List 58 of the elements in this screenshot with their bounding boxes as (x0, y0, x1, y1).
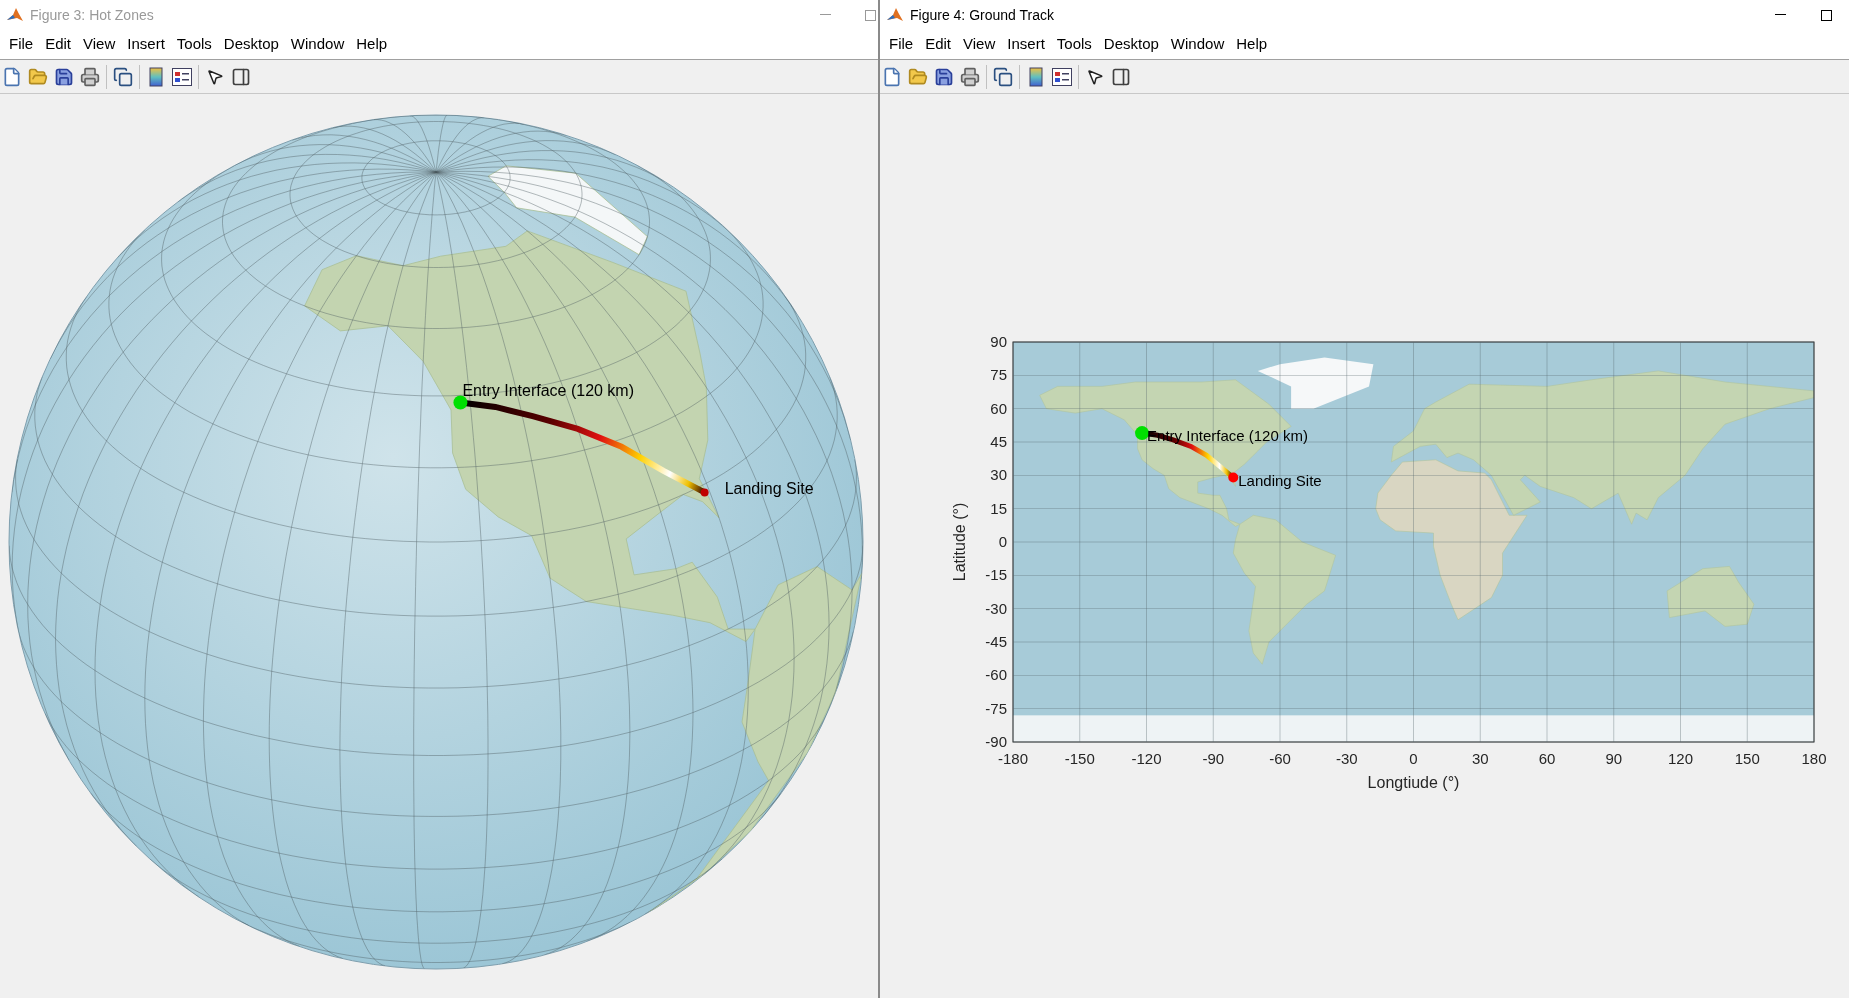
y-tick-label: 0 (998, 533, 1007, 550)
menu-item[interactable]: Edit (40, 33, 77, 56)
point-marker (1228, 472, 1239, 483)
menu-item[interactable]: Window (285, 33, 350, 56)
menu-item[interactable]: Tools (1051, 33, 1097, 56)
x-tick-label: 30 (1471, 750, 1489, 767)
y-tick-label: 15 (990, 499, 1007, 517)
menu-item[interactable]: Window (1165, 33, 1230, 56)
menu-item[interactable]: Edit (920, 33, 957, 56)
app-logo-icon (886, 6, 904, 24)
y-tick-label: 60 (990, 399, 1007, 417)
y-tick-label: 75 (990, 366, 1007, 384)
point-label: Entry Interface (120 km) (462, 382, 635, 400)
y-tick-label: -90 (985, 733, 1007, 750)
x-tick-label: -180 (998, 750, 1028, 767)
point-label: Landing Site (724, 480, 814, 498)
x-tick-label: 60 (1538, 750, 1556, 767)
app-logo-icon (6, 6, 24, 24)
x-tick-label: -60 (1269, 750, 1291, 767)
x-tick-label: 120 (1668, 750, 1693, 767)
y-tick-label: 30 (990, 466, 1007, 484)
minimize-icon (819, 14, 831, 16)
y-tick-label: -75 (985, 699, 1007, 717)
menu-item[interactable]: View (958, 33, 1001, 56)
point-marker (1135, 426, 1150, 441)
menu-item[interactable]: Insert (1002, 33, 1050, 56)
menu-item[interactable]: Help (1231, 33, 1273, 56)
y-tick-label: -45 (985, 633, 1007, 650)
menu-item[interactable]: File (884, 33, 919, 56)
y-tick-label: -30 (985, 599, 1007, 617)
x-axis-label: Longtiude (°) (1367, 774, 1460, 791)
x-tick-label: 150 (1734, 750, 1760, 767)
menu-item[interactable]: Help (351, 33, 393, 56)
y-tick-label: 45 (990, 433, 1007, 450)
menu-item[interactable]: Insert (122, 33, 170, 56)
x-tick-label: -150 (1064, 750, 1095, 767)
x-tick-label: 0 (1409, 750, 1418, 767)
menu-item[interactable]: File (4, 33, 39, 56)
x-tick-label: -30 (1335, 750, 1358, 767)
x-tick-label: 90 (1605, 750, 1623, 767)
y-tick-label: -60 (985, 666, 1007, 684)
maximize-icon (1820, 9, 1832, 21)
y-axis-label: Latitude (°) (951, 502, 968, 582)
point-label: Landing Site (1238, 471, 1322, 489)
x-tick-label: 180 (1801, 750, 1827, 767)
x-tick-label: -90 (1202, 750, 1225, 767)
menu-item[interactable]: View (78, 33, 121, 56)
window-title: Figure 4: Ground Track (910, 5, 1054, 25)
maximize-icon (865, 9, 876, 21)
y-tick-label: -15 (985, 566, 1007, 584)
x-tick-label: -120 (1131, 750, 1162, 767)
menu-item[interactable]: Tools (171, 33, 217, 56)
y-tick-label: 90 (990, 333, 1007, 350)
landing-marker (700, 488, 709, 497)
menu-item[interactable]: Desktop (218, 33, 284, 56)
window-title: Figure 3: Hot Zones (30, 5, 154, 25)
minimize-icon (1774, 14, 1786, 16)
menu-item[interactable]: Desktop (1098, 33, 1164, 56)
